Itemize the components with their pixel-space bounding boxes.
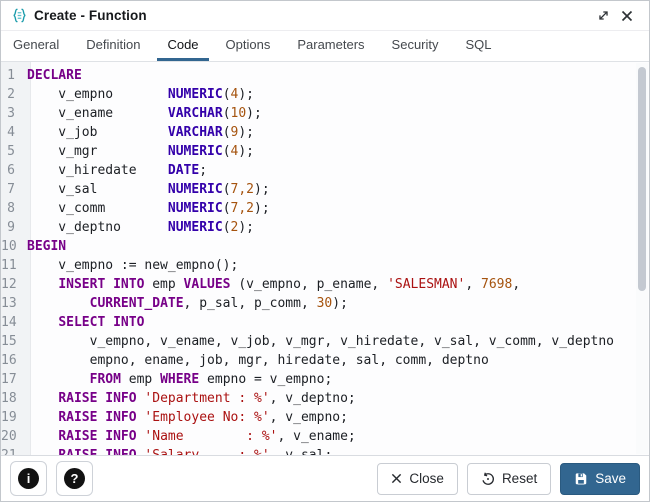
line-number: 16 — [1, 351, 23, 370]
expand-button[interactable] — [591, 4, 615, 28]
expand-icon — [597, 9, 610, 22]
line-number: 11 — [1, 256, 23, 275]
line-number: 19 — [1, 408, 23, 427]
code-line[interactable]: 21 RAISE INFO 'Salary : %', v_sal; — [1, 446, 636, 455]
close-x-icon — [391, 473, 402, 484]
line-number: 5 — [1, 142, 23, 161]
line-number: 6 — [1, 161, 23, 180]
line-number: 2 — [1, 85, 23, 104]
code-line-content: v_mgr NUMERIC(4); — [23, 142, 254, 161]
code-line[interactable]: 6 v_hiredate DATE; — [1, 161, 636, 180]
save-button[interactable]: Save — [560, 463, 640, 495]
reset-icon — [481, 472, 495, 486]
help-button[interactable]: ? — [56, 461, 93, 496]
close-icon — [621, 10, 633, 22]
code-line-content: RAISE INFO 'Name : %', v_ename; — [23, 427, 356, 446]
code-line[interactable]: 12 INSERT INTO emp VALUES (v_empno, p_en… — [1, 275, 636, 294]
code-line-content: v_hiredate DATE; — [23, 161, 207, 180]
code-line-content: v_job VARCHAR(9); — [23, 123, 254, 142]
code-line-content: v_deptno NUMERIC(2); — [23, 218, 254, 237]
reset-button[interactable]: Reset — [467, 463, 551, 495]
code-line-content: FROM emp WHERE empno = v_empno; — [23, 370, 332, 389]
code-line[interactable]: 17 FROM emp WHERE empno = v_empno; — [1, 370, 636, 389]
window-title: Create - Function — [34, 8, 591, 23]
editor-scrollbar-thumb[interactable] — [638, 67, 646, 291]
line-number: 21 — [1, 446, 23, 455]
info-icon: i — [18, 468, 39, 489]
code-line[interactable]: 13 CURRENT_DATE, p_sal, p_comm, 30); — [1, 294, 636, 313]
save-button-label: Save — [595, 471, 626, 486]
code-line-content: CURRENT_DATE, p_sal, p_comm, 30); — [23, 294, 348, 313]
editor-scrollbar-track[interactable] — [636, 63, 648, 454]
code-line-content: INSERT INTO emp VALUES (v_empno, p_ename… — [23, 275, 520, 294]
tab-parameters[interactable]: Parameters — [287, 31, 374, 61]
code-line-content: v_empno NUMERIC(4); — [23, 85, 254, 104]
code-line[interactable]: 15 v_empno, v_ename, v_job, v_mgr, v_hir… — [1, 332, 636, 351]
reset-button-label: Reset — [502, 471, 537, 486]
line-number: 13 — [1, 294, 23, 313]
code-line[interactable]: 16 empno, ename, job, mgr, hiredate, sal… — [1, 351, 636, 370]
code-line-content: empno, ename, job, mgr, hiredate, sal, c… — [23, 351, 489, 370]
code-line[interactable]: 3 v_ename VARCHAR(10); — [1, 104, 636, 123]
line-number: 10 — [1, 237, 23, 256]
line-number: 9 — [1, 218, 23, 237]
title-bar: Create - Function — [1, 1, 649, 31]
code-line-content: v_empno := new_empno(); — [23, 256, 238, 275]
line-number: 8 — [1, 199, 23, 218]
close-button[interactable]: Close — [377, 463, 458, 495]
code-line[interactable]: 4 v_job VARCHAR(9); — [1, 123, 636, 142]
line-number: 1 — [1, 66, 23, 85]
line-number: 20 — [1, 427, 23, 446]
code-line[interactable]: 14 SELECT INTO — [1, 313, 636, 332]
close-window-button[interactable] — [615, 4, 639, 28]
tab-code[interactable]: Code — [157, 31, 208, 61]
line-number: 18 — [1, 389, 23, 408]
line-number: 7 — [1, 180, 23, 199]
code-line[interactable]: 1DECLARE — [1, 66, 636, 85]
tab-general[interactable]: General — [3, 31, 69, 61]
code-line[interactable]: 9 v_deptno NUMERIC(2); — [1, 218, 636, 237]
code-line[interactable]: 5 v_mgr NUMERIC(4); — [1, 142, 636, 161]
code-line[interactable]: 18 RAISE INFO 'Department : %', v_deptno… — [1, 389, 636, 408]
code-line-content: RAISE INFO 'Employee No: %', v_empno; — [23, 408, 348, 427]
save-icon — [574, 472, 588, 486]
code-line[interactable]: 19 RAISE INFO 'Employee No: %', v_empno; — [1, 408, 636, 427]
code-line-content: BEGIN — [23, 237, 66, 256]
line-number: 17 — [1, 370, 23, 389]
code-line[interactable]: 10BEGIN — [1, 237, 636, 256]
line-number: 12 — [1, 275, 23, 294]
code-line[interactable]: 20 RAISE INFO 'Name : %', v_ename; — [1, 427, 636, 446]
code-line-content: v_comm NUMERIC(7,2); — [23, 199, 270, 218]
line-number: 14 — [1, 313, 23, 332]
help-icon: ? — [64, 468, 85, 489]
create-function-dialog: Create - Function GeneralDefinitionCode O… — [0, 0, 650, 502]
tab-sql[interactable]: SQL — [456, 31, 502, 61]
code-editor[interactable]: 1DECLARE2 v_empno NUMERIC(4);3 v_ename V… — [1, 62, 649, 455]
code-line-content: RAISE INFO 'Salary : %', v_sal; — [23, 446, 332, 455]
tab-options[interactable]: Options — [216, 31, 281, 61]
dialog-tabbar: GeneralDefinitionCode OptionsParameters Se… — [1, 31, 649, 62]
code-line-content: v_sal NUMERIC(7,2); — [23, 180, 270, 199]
code-line-content: v_ename VARCHAR(10); — [23, 104, 262, 123]
code-line[interactable]: 7 v_sal NUMERIC(7,2); — [1, 180, 636, 199]
dialog-footer: i ? Close Reset — [1, 455, 649, 501]
code-line[interactable]: 8 v_comm NUMERIC(7,2); — [1, 199, 636, 218]
function-icon — [11, 7, 28, 24]
line-number: 15 — [1, 332, 23, 351]
code-area[interactable]: 1DECLARE2 v_empno NUMERIC(4);3 v_ename V… — [1, 66, 636, 455]
tab-definition[interactable]: Definition — [76, 31, 150, 61]
code-line[interactable]: 2 v_empno NUMERIC(4); — [1, 85, 636, 104]
line-number: 4 — [1, 123, 23, 142]
close-button-label: Close — [409, 471, 444, 486]
code-line[interactable]: 11 v_empno := new_empno(); — [1, 256, 636, 275]
code-line-content: v_empno, v_ename, v_job, v_mgr, v_hireda… — [23, 332, 614, 351]
line-number: 3 — [1, 104, 23, 123]
code-line-content: RAISE INFO 'Department : %', v_deptno; — [23, 389, 356, 408]
tab-security[interactable]: Security — [382, 31, 449, 61]
code-line-content: SELECT INTO — [23, 313, 144, 332]
code-line-content: DECLARE — [23, 66, 82, 85]
info-button[interactable]: i — [10, 461, 47, 496]
